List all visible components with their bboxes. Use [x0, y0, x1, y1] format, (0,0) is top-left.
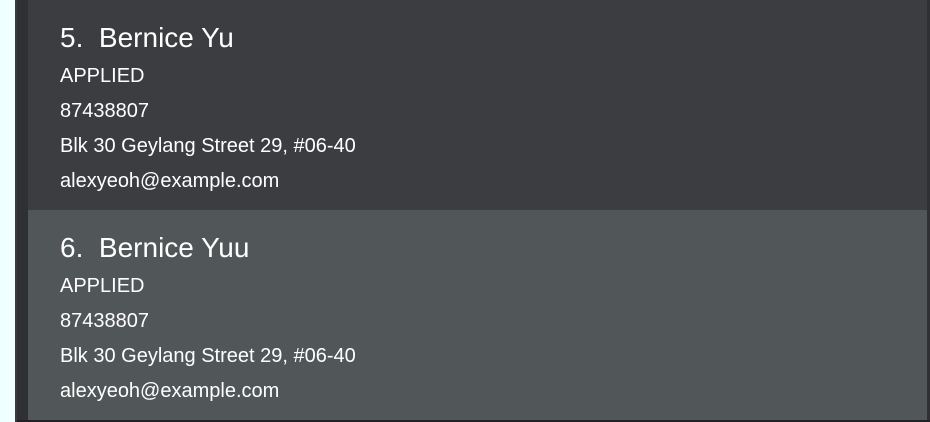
person-email: alexyeoh@example.com: [60, 380, 280, 402]
person-name-row: 6. Bernice Yuu: [60, 210, 927, 265]
person-index: 6.: [60, 232, 84, 263]
person-status: APPLIED: [60, 275, 145, 297]
person-card-selected[interactable]: 6. Bernice Yuu APPLIED 87438807 Blk 30 G…: [28, 210, 927, 420]
person-list[interactable]: 5. Bernice Yu APPLIED 87438807 Blk 30 Ge…: [17, 0, 930, 422]
person-status: APPLIED: [60, 65, 145, 87]
person-name-row: 5. Bernice Yu: [60, 0, 927, 55]
person-address: Blk 30 Geylang Street 29, #06-40: [60, 135, 356, 157]
person-phone: 87438807: [60, 310, 149, 332]
person-address: Blk 30 Geylang Street 29, #06-40: [60, 345, 356, 367]
person-name: Bernice Yu: [98, 22, 234, 53]
person-phone: 87438807: [60, 100, 149, 122]
person-card[interactable]: 5. Bernice Yu APPLIED 87438807 Blk 30 Ge…: [28, 0, 927, 210]
person-index: 5.: [60, 22, 84, 53]
person-name: Bernice Yuu: [98, 232, 250, 263]
person-email: alexyeoh@example.com: [60, 170, 280, 192]
